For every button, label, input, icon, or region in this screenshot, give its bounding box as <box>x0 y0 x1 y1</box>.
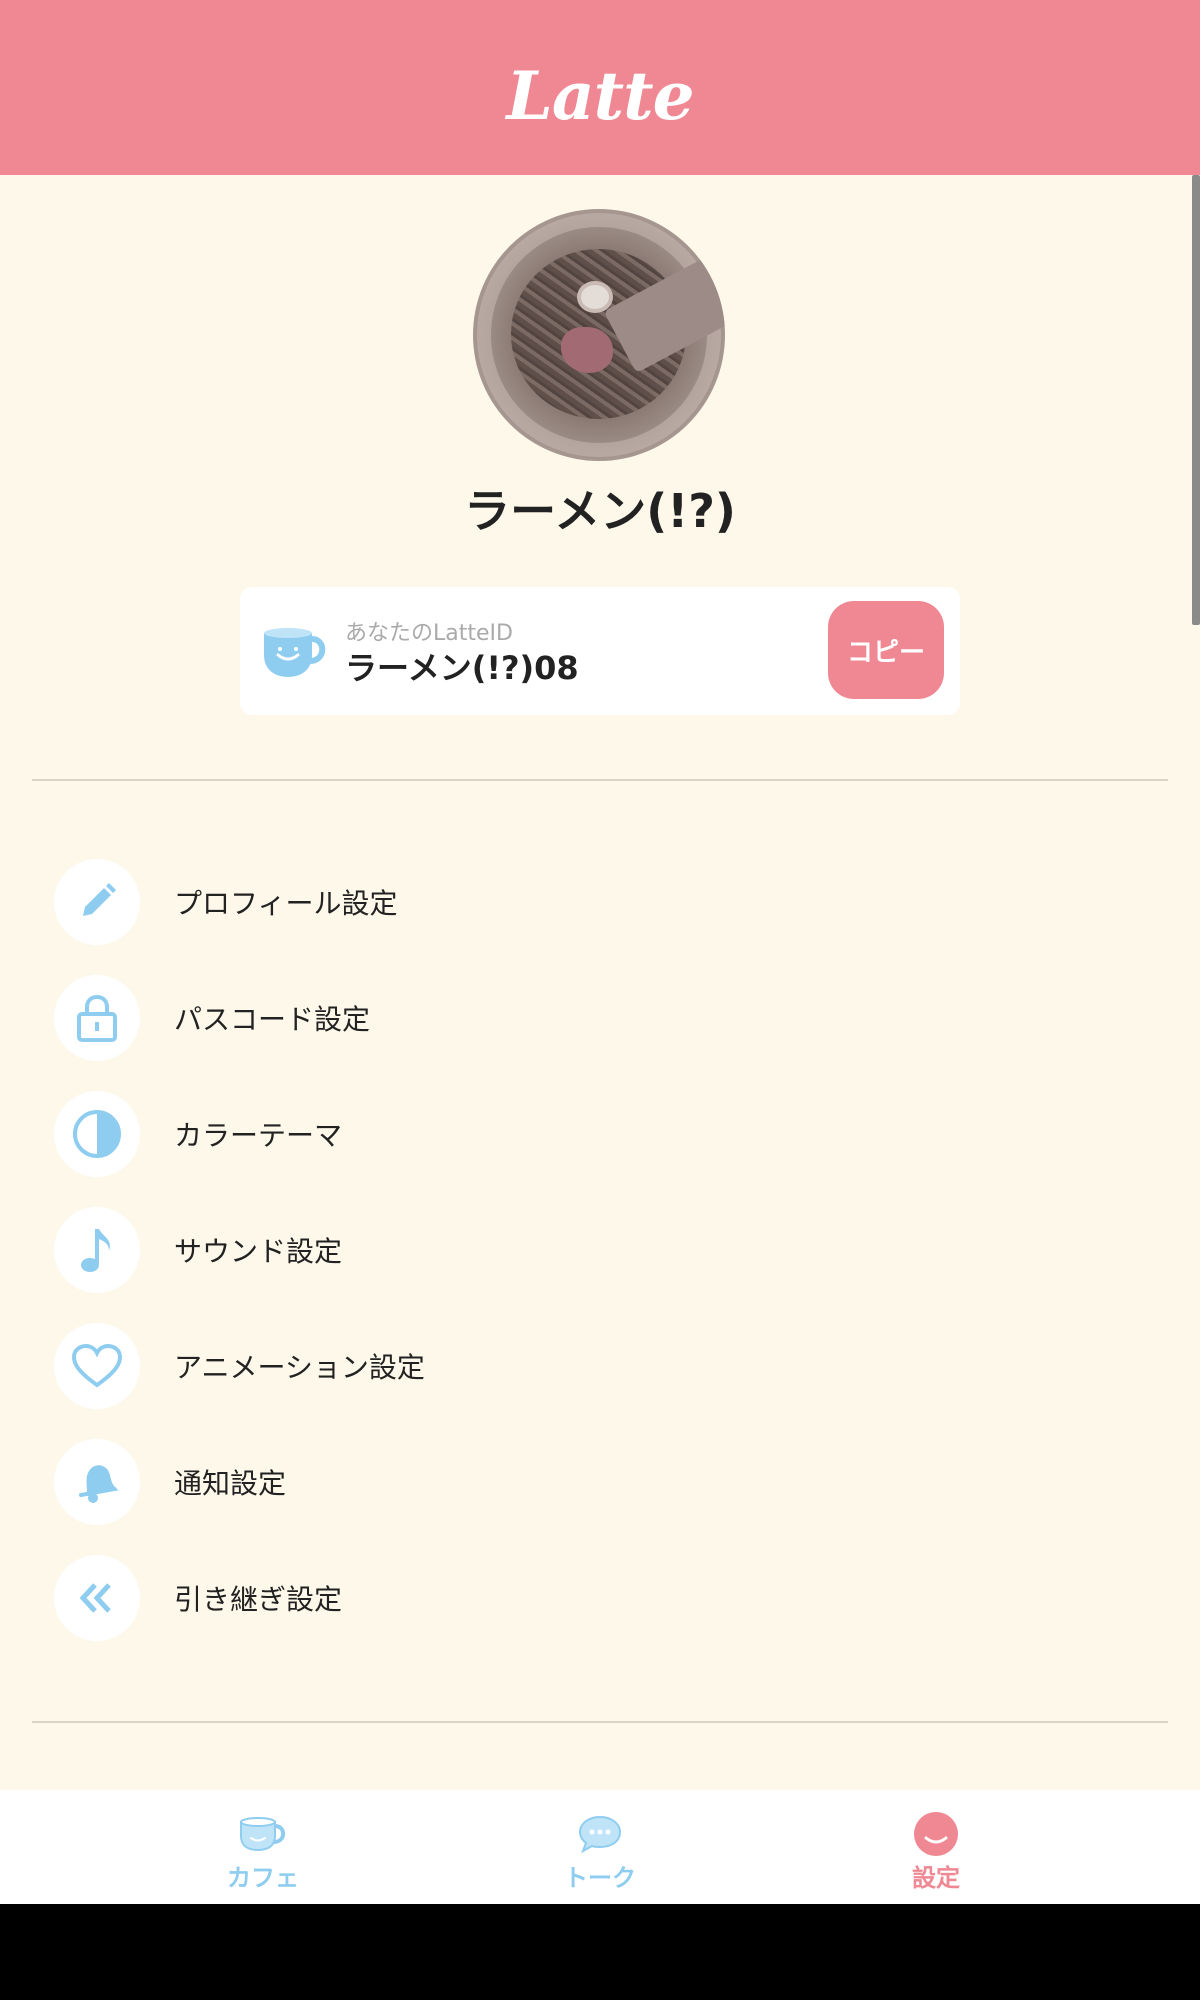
menu-item-data-transfer-settings[interactable]: 引き継ぎ設定 <box>54 1552 1154 1644</box>
music-note-icon <box>54 1207 140 1293</box>
smiley-icon <box>913 1812 959 1856</box>
menu-item-notification-settings[interactable]: 通知設定 <box>54 1436 1154 1528</box>
menu-item-passcode-settings[interactable]: パスコード設定 <box>54 972 1154 1064</box>
menu-item-animation-settings[interactable]: アニメーション設定 <box>54 1320 1154 1412</box>
half-circle-icon <box>54 1091 140 1177</box>
system-navigation-bar <box>0 1904 1200 2000</box>
lock-icon <box>54 975 140 1061</box>
menu-item-label: サウンド設定 <box>174 1235 343 1268</box>
menu-item-profile-settings[interactable]: プロフィール設定 <box>54 856 1154 948</box>
menu-item-label: 引き継ぎ設定 <box>174 1583 343 1616</box>
tab-label: トーク <box>564 1864 636 1892</box>
tab-talk[interactable]: トーク <box>500 1790 700 1904</box>
avatar[interactable] <box>473 209 725 461</box>
menu-item-label: 通知設定 <box>174 1467 287 1500</box>
copy-button[interactable]: コピー <box>828 601 944 699</box>
scrollbar[interactable] <box>1192 175 1200 625</box>
menu-item-label: アニメーション設定 <box>174 1351 425 1384</box>
heart-icon <box>54 1323 140 1409</box>
tab-settings[interactable]: 設定 <box>836 1790 1036 1904</box>
cup-icon <box>238 1812 288 1856</box>
divider <box>32 779 1168 781</box>
app-logo: Latte <box>506 56 694 135</box>
tab-label: 設定 <box>912 1864 960 1892</box>
latte-id-card: あなたのLatteID ラーメン(!?)08 コピー <box>240 587 960 715</box>
menu-item-color-theme[interactable]: カラーテーマ <box>54 1088 1154 1180</box>
menu-item-label: カラーテーマ <box>174 1119 343 1152</box>
speech-bubble-icon <box>577 1812 623 1856</box>
menu-item-label: プロフィール設定 <box>174 887 398 920</box>
settings-content[interactable]: ラーメン(!?) あなたのLatteID ラーメン(!?)08 コピー プロフィ… <box>0 175 1200 1790</box>
profile-username: ラーメン(!?) <box>464 484 736 538</box>
pencil-icon <box>54 859 140 945</box>
cup-icon <box>260 619 330 683</box>
latte-id-value: ラーメン(!?)08 <box>345 649 579 687</box>
tab-cafe[interactable]: カフェ <box>163 1790 363 1904</box>
menu-item-sound-settings[interactable]: サウンド設定 <box>54 1204 1154 1296</box>
tab-label: カフェ <box>227 1864 299 1892</box>
double-chevron-left-icon <box>54 1555 140 1641</box>
divider <box>32 1721 1168 1723</box>
menu-item-label: パスコード設定 <box>174 1003 371 1036</box>
bell-icon <box>54 1439 140 1525</box>
tab-bar: カフェ トーク 設定 <box>0 1790 1200 1904</box>
app-header: Latte <box>0 0 1200 175</box>
